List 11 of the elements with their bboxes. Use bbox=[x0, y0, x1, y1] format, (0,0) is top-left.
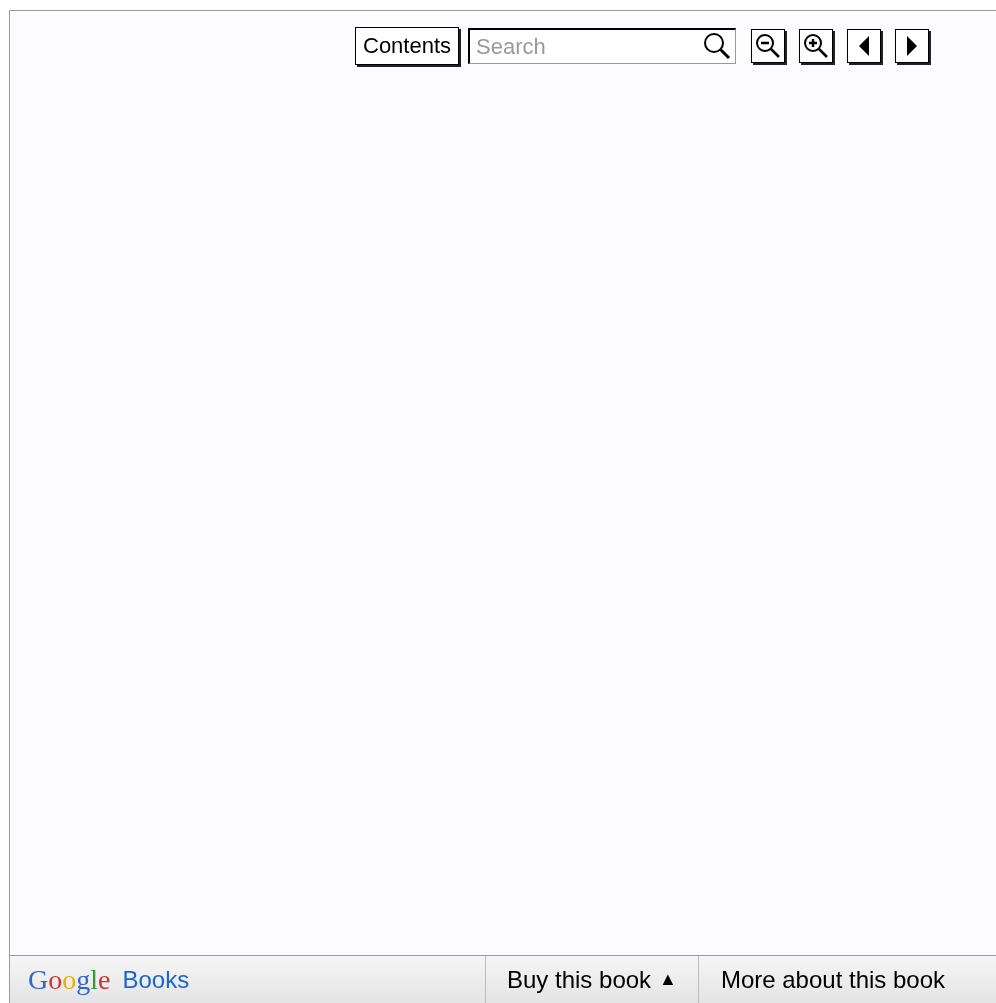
more-about-book-button[interactable]: More about this book bbox=[697, 956, 996, 1003]
next-page-icon[interactable] bbox=[895, 29, 930, 63]
search-icon[interactable] bbox=[702, 31, 733, 61]
brand-name: Books bbox=[122, 964, 190, 995]
buy-book-button[interactable]: Buy this book ▲ bbox=[485, 956, 698, 1003]
previous-page-icon[interactable] bbox=[847, 29, 882, 63]
search-field[interactable]: Search bbox=[468, 28, 737, 64]
zoom-out-icon[interactable] bbox=[751, 29, 786, 63]
logo: Google bbox=[28, 965, 111, 994]
zoom-in-icon[interactable] bbox=[799, 29, 834, 63]
contents-button[interactable]: Contents bbox=[355, 27, 460, 65]
